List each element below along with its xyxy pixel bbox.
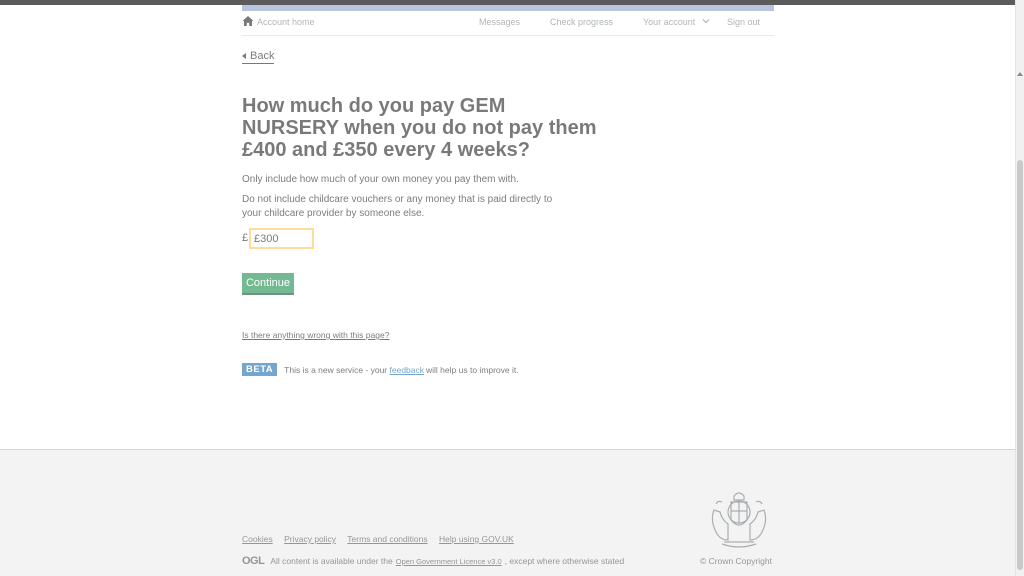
nav-check-progress[interactable]: Check progress bbox=[550, 17, 613, 27]
licence-row: OGL All content is available under the O… bbox=[242, 555, 624, 567]
page: Account home Messages Check progress You… bbox=[0, 0, 1024, 576]
footer-links: Cookies Privacy policy Terms and conditi… bbox=[242, 534, 523, 544]
royal-coat-of-arms-icon bbox=[711, 492, 767, 548]
hint-text-own-money: Only include how much of your own money … bbox=[242, 174, 519, 185]
beta-text-before: This is a new service - your bbox=[284, 364, 388, 375]
scroll-up-icon[interactable] bbox=[1017, 72, 1023, 76]
beta-tag: BETA bbox=[242, 363, 278, 376]
hint-text-exclusions: Do not include childcare vouchers or any… bbox=[242, 194, 553, 219]
scrollbar[interactable] bbox=[1015, 0, 1024, 576]
ogl-logo: OGL bbox=[242, 555, 265, 567]
licence-text-after: , except where otherwise stated bbox=[504, 556, 625, 566]
back-link[interactable]: Back bbox=[242, 50, 275, 64]
chevron-down-icon[interactable] bbox=[702, 17, 710, 25]
nav-sign-out[interactable]: Sign out bbox=[727, 17, 760, 27]
nav-your-account[interactable]: Your account bbox=[643, 17, 695, 27]
footer-link-privacy[interactable]: Privacy policy bbox=[284, 534, 336, 544]
feedback-link[interactable]: feedback bbox=[390, 365, 425, 375]
licence-link[interactable]: Open Government Licence v3.0 bbox=[396, 557, 502, 566]
beta-text-after: will help us to improve it. bbox=[426, 364, 519, 375]
crown-copyright: © Crown Copyright bbox=[700, 556, 772, 566]
back-label: Back bbox=[250, 50, 275, 62]
amount-input[interactable] bbox=[249, 228, 314, 249]
footer: Cookies Privacy policy Terms and conditi… bbox=[0, 449, 1016, 576]
beta-banner: BETA This is a new service - your feedba… bbox=[242, 363, 519, 376]
nav-account-home[interactable]: Account home bbox=[257, 17, 315, 27]
caret-left-icon bbox=[242, 53, 246, 59]
page-title: How much do you pay GEM NURSERY when you… bbox=[242, 95, 597, 161]
licence-text-before: All content is available under the bbox=[270, 556, 393, 566]
nav-messages[interactable]: Messages bbox=[479, 17, 520, 27]
continue-button[interactable]: Continue bbox=[242, 273, 294, 293]
report-problem-link[interactable]: Is there anything wrong with this page? bbox=[242, 330, 389, 340]
home-icon[interactable] bbox=[242, 15, 254, 27]
footer-link-help[interactable]: Help using GOV.UK bbox=[439, 534, 514, 544]
account-nav: Account home Messages Check progress You… bbox=[242, 11, 774, 36]
currency-symbol: £ bbox=[242, 232, 249, 244]
footer-link-cookies[interactable]: Cookies bbox=[242, 534, 273, 544]
scroll-thumb[interactable] bbox=[1017, 160, 1023, 570]
footer-link-terms[interactable]: Terms and conditions bbox=[347, 534, 427, 544]
